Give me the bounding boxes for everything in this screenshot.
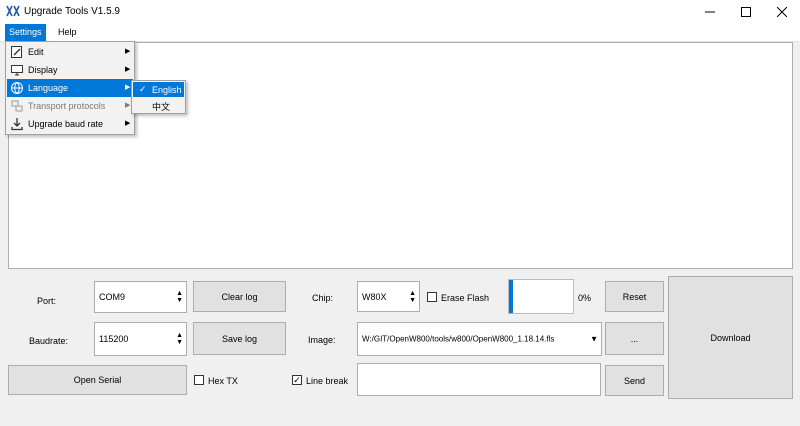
chevron-right-icon: ▶ [125,102,131,109]
checkmark-icon: ✓ [293,375,301,385]
image-label: Image: [308,335,336,345]
baudrate-value: 115200 [99,334,129,344]
port-value: COM9 [99,292,126,302]
menu-item-edit[interactable]: Edit ▶ [7,43,133,61]
minimize-button[interactable] [693,0,727,24]
open-serial-button[interactable]: Open Serial [8,365,187,395]
clear-log-button[interactable]: Clear log [193,281,286,312]
close-button[interactable] [765,0,799,24]
chevron-right-icon: ▶ [125,84,131,91]
erase-flash-checkbox[interactable] [427,292,437,302]
image-path-value: W:/GIT/OpenW800/tools/w800/OpenW800_1.18… [362,334,555,344]
menu-item-display[interactable]: Display ▶ [7,61,133,79]
language-submenu: ✓ English 中文 [131,80,186,114]
image-path-select[interactable]: W:/GIT/OpenW800/tools/w800/OpenW800_1.18… [357,322,602,356]
chevron-right-icon: ▶ [125,66,131,73]
transport-icon [10,99,24,113]
reset-button[interactable]: Reset [605,281,664,312]
line-break-checkbox[interactable]: ✓ [292,375,302,385]
send-input[interactable] [357,363,601,396]
menu-item-transport-protocols[interactable]: Transport protocols ▶ [7,97,133,115]
menu-help[interactable]: Help [54,24,81,41]
port-label: Port: [37,296,57,306]
settings-dropdown: Edit ▶ Display ▶ Language ▶ Transport pr… [5,41,135,135]
send-button[interactable]: Send [605,365,664,396]
spinner-arrows-icon[interactable]: ▲ ▼ [176,290,183,304]
browse-button[interactable]: ... [605,322,664,355]
hex-tx-checkbox[interactable] [194,375,204,385]
chip-label: Chip: [312,293,334,303]
progress-text: 0% [578,293,592,303]
checkmark-icon: ✓ [139,84,147,94]
menu-settings[interactable]: Settings [5,24,46,41]
app-logo-icon [6,4,20,18]
menu-item-upgrade-baud-rate[interactable]: Upgrade baud rate ▶ [7,115,133,133]
edit-icon [10,45,24,59]
progress-fill [509,280,513,313]
baudrate-select[interactable]: 115200 ▲ ▼ [94,322,187,356]
monitor-icon [10,63,24,77]
download-icon [10,117,24,131]
spinner-arrows-icon[interactable]: ▲ ▼ [409,290,416,304]
language-chinese[interactable]: 中文 [133,98,184,113]
language-english[interactable]: ✓ English [133,82,184,97]
progress-bar [508,279,574,314]
chevron-right-icon: ▶ [125,120,131,127]
download-button[interactable]: Download [668,276,793,399]
maximize-button[interactable] [729,0,763,24]
erase-flash-label: Erase Flash [441,293,490,303]
window-title: Upgrade Tools V1.5.9 [24,6,120,17]
baudrate-label: Baudrate: [29,336,69,346]
spinner-arrows-icon[interactable]: ▲ ▼ [176,332,183,346]
line-break-label: Line break [306,376,349,386]
port-select[interactable]: COM9 ▲ ▼ [94,281,187,313]
hex-tx-label: Hex TX [208,376,238,386]
save-log-button[interactable]: Save log [193,322,286,355]
title-bar[interactable] [0,0,800,24]
globe-icon [10,81,24,95]
menu-item-language[interactable]: Language ▶ [7,79,133,97]
chip-value: W80X [362,291,387,302]
chevron-down-icon[interactable]: ▼ [590,335,598,343]
menu-bar [0,24,800,42]
chip-select[interactable]: W80X ▲ ▼ [357,281,420,312]
chevron-right-icon: ▶ [125,48,131,55]
